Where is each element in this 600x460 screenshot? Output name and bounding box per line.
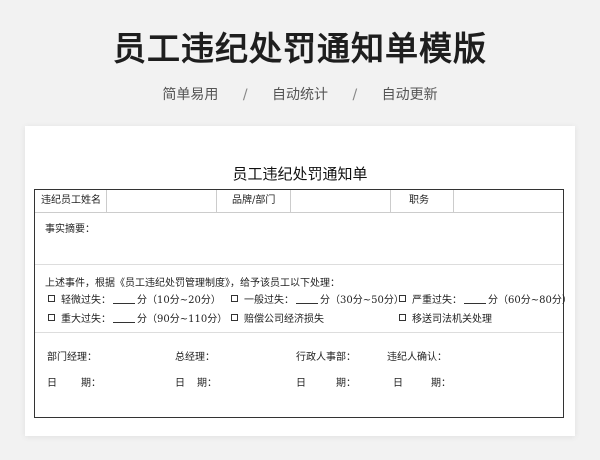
checkbox[interactable] <box>48 314 55 321</box>
penalty-option[interactable]: 一般过失： 分（30分~50分） <box>231 291 404 306</box>
section-divider <box>35 332 563 333</box>
separator: / <box>352 87 358 103</box>
signature-employee-confirm: 违纪人确认： <box>387 352 447 363</box>
cell-divider <box>390 190 391 212</box>
penalty-option[interactable]: 严重过失： 分（60分~80分） <box>399 291 572 306</box>
score-blank[interactable] <box>113 313 135 323</box>
fact-summary-label: 事实摘要： <box>45 224 95 235</box>
page-title: 员工违纪处罚通知单模版 <box>113 29 487 68</box>
department-field[interactable] <box>291 190 389 212</box>
feature-item: 自动更新 <box>381 87 438 103</box>
checkbox[interactable] <box>231 314 238 321</box>
signature-general-manager: 总经理： <box>175 352 215 363</box>
option-label: 赔偿公司经济损失 <box>244 314 324 325</box>
penalty-option[interactable]: 重大过失： 分（90分~110分） <box>48 310 227 325</box>
signature-department-manager: 部门经理： <box>47 352 97 363</box>
position-label: 职务 <box>409 195 429 206</box>
penalty-option[interactable]: 移送司法机关处理 <box>399 310 492 325</box>
penalty-intro: 上述事件，根据《员工违纪处罚管理制度》，给予该员工以下处理： <box>45 278 340 289</box>
department-label: 品牌/部门 <box>232 195 276 206</box>
option-range: 分（10分~20分） <box>137 295 221 306</box>
employee-name-label: 违纪员工姓名 <box>41 195 101 206</box>
date-label: 日期： <box>296 378 356 389</box>
cell-divider <box>216 190 217 212</box>
document-preview-card: 员工违纪处罚通知单 违纪员工姓名 品牌/部门 职务 事实摘要： 上述事件，根据《… <box>25 126 575 436</box>
notice-form: 违纪员工姓名 品牌/部门 职务 事实摘要： 上述事件，根据《员工违纪处罚管理制度… <box>34 189 572 418</box>
option-range: 分（30分~50分） <box>320 295 404 306</box>
feature-item: 自动统计 <box>272 87 328 103</box>
checkbox[interactable] <box>48 295 55 302</box>
section-divider <box>35 264 563 265</box>
separator: / <box>242 87 248 103</box>
option-label: 轻微过失： <box>61 295 111 306</box>
option-label: 移送司法机关处理 <box>412 314 492 325</box>
score-blank[interactable] <box>296 294 318 304</box>
score-blank[interactable] <box>464 294 486 304</box>
checkbox[interactable] <box>399 295 406 302</box>
option-label: 重大过失： <box>61 314 111 325</box>
employee-info-row: 违纪员工姓名 品牌/部门 职务 <box>35 190 563 213</box>
date-label: 日期： <box>393 378 451 389</box>
option-label: 一般过失： <box>244 295 294 306</box>
option-label: 严重过失： <box>412 295 462 306</box>
penalty-option[interactable]: 赔偿公司经济损失 <box>231 310 324 325</box>
feature-item: 简单易用 <box>162 87 219 103</box>
option-range: 分（60分~80分） <box>488 295 572 306</box>
position-field[interactable] <box>454 190 562 212</box>
option-range: 分（90分~110分） <box>137 314 228 325</box>
penalty-option[interactable]: 轻微过失： 分（10分~20分） <box>48 291 221 306</box>
signature-hr-admin: 行政人事部： <box>296 352 356 363</box>
date-label: 日期： <box>175 378 217 389</box>
checkbox[interactable] <box>399 314 406 321</box>
score-blank[interactable] <box>113 294 135 304</box>
employee-name-field[interactable] <box>107 190 215 212</box>
date-label: 日期： <box>47 378 101 389</box>
form-title: 员工违纪处罚通知单 <box>232 165 368 183</box>
feature-tagline: 简单易用 / 自动统计 / 自动更新 <box>0 84 600 104</box>
checkbox[interactable] <box>231 295 238 302</box>
